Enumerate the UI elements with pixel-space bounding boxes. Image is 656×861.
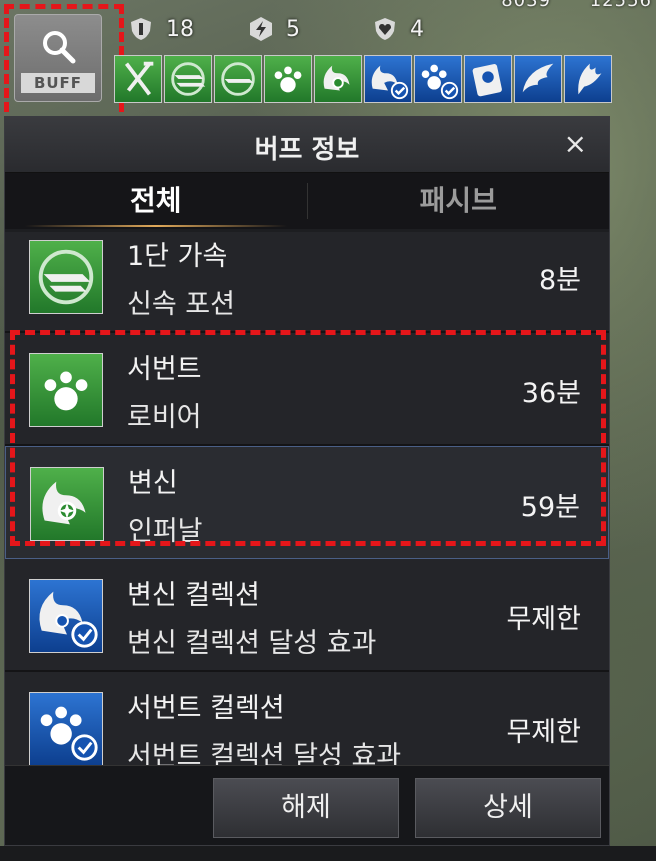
stat-shield-value: 18 [166,16,194,42]
buff-name: 서번트 컬렉션 [127,693,285,724]
speed-1-icon[interactable] [214,55,262,103]
speed-2-icon[interactable] [164,55,212,103]
heart-shield-icon [375,18,395,40]
active-buff-strip [114,55,612,103]
panel-header: 버프 정보 × [5,117,609,173]
transform-icon[interactable] [314,55,362,103]
tab-all[interactable]: 전체 [5,173,307,229]
buff-list-track: 1단 가속 신속 포션 8분 서번트 로비어 36분 변신 인퍼날 59분 변신… [5,232,609,768]
food-buff-icon[interactable] [114,55,162,103]
buff-source: 인퍼날 [128,516,203,547]
stat-lightning-value: 5 [286,16,300,42]
servant-icon[interactable] [264,55,312,103]
buff-source: 서번트 컬렉션 달성 효과 [127,741,402,768]
buff-list[interactable]: 1단 가속 신속 포션 8분 서번트 로비어 36분 변신 인퍼날 59분 변신… [5,232,609,768]
feather-icon[interactable] [564,55,612,103]
servant-collection-icon[interactable] [414,55,462,103]
buff-duration: 무제한 [506,717,581,748]
bottom-edge [0,846,656,861]
search-icon [43,31,76,64]
lightning-icon [250,17,272,41]
panel-footer: 해제 상세 [5,765,609,845]
buff-row[interactable]: 서번트 컬렉션 서번트 컬렉션 달성 효과 무제한 [5,672,609,768]
buff-duration: 무제한 [506,604,581,635]
servant-collection-icon [29,692,103,766]
stat-heart-shield: 4 [372,16,424,42]
buff-button[interactable]: BUFF [14,14,102,102]
shield-icon [131,18,151,40]
top-resource-values: 8039 12556 [469,0,652,11]
buff-duration: 8분 [538,265,581,296]
buff-name: 1단 가속 [127,241,228,272]
resource-value-1: 8039 [501,0,551,11]
buff-duration: 59분 [520,492,580,523]
close-icon[interactable]: × [564,129,587,159]
transform-icon [30,467,104,541]
buff-name: 변신 [128,468,178,499]
release-button[interactable]: 해제 [213,778,399,838]
buff-duration: 36분 [521,378,581,409]
buff-source: 신속 포션 [127,289,235,320]
detail-button[interactable]: 상세 [415,778,601,838]
buff-row[interactable]: 변신 컬렉션 변신 컬렉션 달성 효과 무제한 [5,559,609,672]
book-icon[interactable] [464,55,512,103]
paw-icon [29,353,103,427]
buff-row[interactable]: 1단 가속 신속 포션 8분 [5,232,609,333]
stat-lightning: 5 [248,16,300,42]
tab-passive[interactable]: 패시브 [308,173,610,229]
transform-collection-icon[interactable] [364,55,412,103]
transform-collection-icon [29,579,103,653]
stat-shield: 18 [128,16,194,42]
buff-name: 변신 컬렉션 [127,580,260,611]
buff-source: 변신 컬렉션 달성 효과 [127,628,377,659]
buff-button-label: BUFF [21,73,95,93]
buff-info-panel: 버프 정보 × 전체 패시브 1단 가속 신속 포션 8분 서번트 로비어 36… [4,116,610,846]
panel-title: 버프 정보 [254,135,360,165]
buff-row-selected[interactable]: 변신 인퍼날 59분 [5,446,609,559]
speed-potion-icon [29,240,103,314]
tab-bar: 전체 패시브 [5,173,609,229]
buff-source: 로비어 [127,402,202,433]
wing-icon[interactable] [514,55,562,103]
buff-name: 서번트 [127,354,202,385]
resource-value-2: 12556 [589,0,652,11]
stat-heart-shield-value: 4 [410,16,424,42]
buff-row[interactable]: 서번트 로비어 36분 [5,333,609,446]
